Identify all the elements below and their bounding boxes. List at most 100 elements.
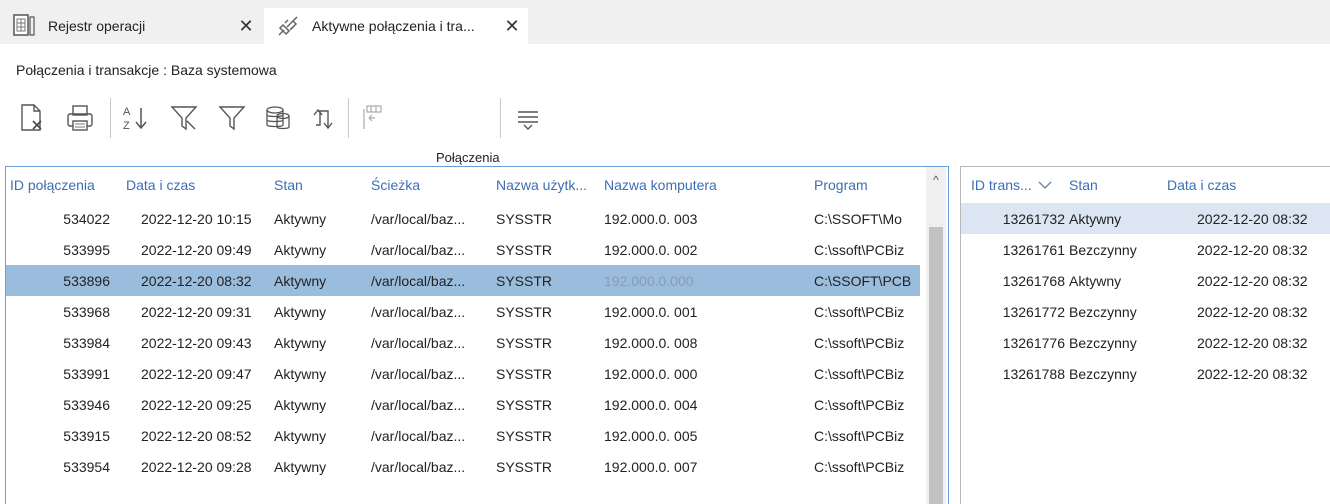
table-cell: 192.000.0. 001 xyxy=(604,303,698,320)
table-cell: 192.000.0. 002 xyxy=(604,241,698,258)
table-cell: 192.000.0.000 xyxy=(604,272,694,289)
table-cell: 13261732 xyxy=(1002,210,1065,227)
tab-label: Rejestr operacji xyxy=(48,18,146,34)
table-cell: 2022-12-20 08:32 xyxy=(1197,272,1308,289)
table-row[interactable]: 533991 2022-12-20 09:47 Aktywny/var/local/… xyxy=(6,358,920,389)
table-cell: 533968 xyxy=(63,303,110,320)
transactions-grid: ID trans... Stan Data i czas 13261732 Aktyw… xyxy=(960,166,1330,504)
table-row[interactable]: 13261776 Bezczynny 2022-12-20 08:32 xyxy=(961,327,1330,358)
table-cell: SYSSTR xyxy=(496,334,553,351)
filter-off-icon[interactable] xyxy=(166,100,202,136)
clear-document-icon[interactable] xyxy=(14,100,50,136)
table-row[interactable]: 13261768 Aktywny 2022-12-20 08:32 xyxy=(961,265,1330,296)
column-header[interactable]: Data i czas xyxy=(1167,167,1327,203)
column-header[interactable]: Stan xyxy=(274,167,369,203)
table-cell: C:\SSOFT\PCB xyxy=(814,272,912,289)
table-row[interactable]: 533896 2022-12-20 08:32 Aktywny/var/local/… xyxy=(6,265,920,296)
connections-grid: ID połączenia Data i czas Stan Ścieżka Nazwa… xyxy=(5,166,949,504)
table-cell: Bezczynny xyxy=(1069,365,1137,382)
sort-az-icon[interactable]: AZ xyxy=(118,100,154,136)
table-row[interactable]: 533984 2022-12-20 09:43 Aktywny/var/local/… xyxy=(6,327,920,358)
database-icon[interactable] xyxy=(260,100,296,136)
menu-lines-icon[interactable] xyxy=(510,100,546,136)
table-cell: /var/local/baz... xyxy=(371,210,466,227)
column-header[interactable]: ID połączenia xyxy=(10,167,122,203)
filter-icon[interactable] xyxy=(214,100,250,136)
column-header[interactable]: Nazwa komputera xyxy=(604,167,809,203)
columns-icon[interactable] xyxy=(354,100,390,136)
table-cell: 2022-12-20 09:47 xyxy=(141,365,252,382)
column-header[interactable]: Program xyxy=(814,167,924,203)
page-title: Połączenia i transakcje : Baza systemowa xyxy=(16,62,277,78)
table-cell: Aktywny xyxy=(274,210,327,227)
column-header[interactable]: Ścieżka xyxy=(371,167,493,203)
vertical-scrollbar[interactable]: ^ xyxy=(926,167,946,504)
table-row[interactable]: 13261772 Bezczynny 2022-12-20 08:32 xyxy=(961,296,1330,327)
table-row[interactable]: 534022 2022-12-20 10:15 Aktywny/var/local/… xyxy=(6,203,920,234)
close-icon[interactable]: ✕ xyxy=(236,16,256,37)
tab-bar: Rejestr operacji ✕ Aktywne połączenia i … xyxy=(0,0,1330,44)
svg-text:Z: Z xyxy=(123,120,130,132)
table-cell: 2022-12-20 09:31 xyxy=(141,303,252,320)
column-header[interactable]: Stan xyxy=(1069,167,1159,203)
table-row[interactable]: 533968 2022-12-20 09:31 Aktywny/var/local/… xyxy=(6,296,920,327)
table-row[interactable]: 533995 2022-12-20 09:49 Aktywny/var/local/… xyxy=(6,234,920,265)
table-cell: SYSSTR xyxy=(496,272,553,289)
table-cell: 533946 xyxy=(63,396,110,413)
table-cell: Bezczynny xyxy=(1069,241,1137,258)
column-header-label: ID trans... xyxy=(971,177,1032,193)
toolbar-separator xyxy=(110,98,111,138)
column-header[interactable]: Nazwa użytk... xyxy=(496,167,601,203)
table-cell: 2022-12-20 08:32 xyxy=(1197,334,1308,351)
table-cell: 2022-12-20 08:32 xyxy=(1197,241,1308,258)
table-row[interactable]: 533915 2022-12-20 08:52 Aktywny/var/local/… xyxy=(6,420,920,451)
tab-aktywne-polaczenia[interactable]: Aktywne połączenia i tra... ✕ xyxy=(264,8,528,44)
scrollbar-thumb[interactable] xyxy=(929,227,943,504)
table-cell: Aktywny xyxy=(274,427,327,444)
table-cell: Aktywny xyxy=(274,334,327,351)
table-cell: 533995 xyxy=(63,241,110,258)
table-cell: C:\ssoft\PCBiz xyxy=(814,427,905,444)
table-cell: 192.000.0. 004 xyxy=(604,396,698,413)
column-header[interactable]: Data i czas xyxy=(126,167,271,203)
table-cell: C:\ssoft\PCBiz xyxy=(814,303,905,320)
refresh-icon[interactable] xyxy=(306,100,342,136)
table-cell: /var/local/baz... xyxy=(371,272,466,289)
table-cell: Bezczynny xyxy=(1069,303,1137,320)
table-cell: Aktywny xyxy=(274,365,327,382)
svg-text:A: A xyxy=(123,106,131,118)
tab-rejestr-operacji[interactable]: Rejestr operacji ✕ xyxy=(0,8,262,44)
register-document-icon xyxy=(10,12,38,40)
table-cell: /var/local/baz... xyxy=(371,458,466,475)
print-icon[interactable] xyxy=(62,100,98,136)
table-row[interactable]: 13261788 Bezczynny 2022-12-20 08:32 xyxy=(961,358,1330,389)
table-cell: 2022-12-20 08:32 xyxy=(1197,210,1308,227)
table-row[interactable]: 533954 2022-12-20 09:28 Aktywny/var/local/… xyxy=(6,451,920,482)
table-cell: 192.000.0. 005 xyxy=(604,427,698,444)
table-cell: /var/local/baz... xyxy=(371,396,466,413)
table-cell: Bezczynny xyxy=(1069,334,1137,351)
table-cell: 192.000.0. 000 xyxy=(604,365,698,382)
table-cell: /var/local/baz... xyxy=(371,241,466,258)
table-row[interactable]: 533946 2022-12-20 09:25 Aktywny/var/local/… xyxy=(6,389,920,420)
table-cell: 2022-12-20 10:15 xyxy=(141,210,252,227)
table-cell: /var/local/baz... xyxy=(371,303,466,320)
scroll-up-icon[interactable]: ^ xyxy=(926,173,946,187)
table-cell: 13261788 xyxy=(1002,365,1065,382)
table-cell: 533915 xyxy=(63,427,110,444)
table-cell: SYSSTR xyxy=(496,303,553,320)
close-icon[interactable]: ✕ xyxy=(502,16,522,37)
column-header-label: Data i czas xyxy=(1167,177,1237,193)
table-row[interactable]: 13261761 Bezczynny 2022-12-20 08:32 xyxy=(961,234,1330,265)
table-cell: Aktywny xyxy=(1069,210,1122,227)
table-cell: 534022 xyxy=(63,210,110,227)
table-cell: 192.000.0. 008 xyxy=(604,334,698,351)
table-cell: C:\ssoft\PCBiz xyxy=(814,241,905,258)
table-cell: 2022-12-20 09:49 xyxy=(141,241,252,258)
table-row[interactable]: 13261732 Aktywny 2022-12-20 08:32 xyxy=(961,203,1330,234)
table-cell: 2022-12-20 08:32 xyxy=(1197,365,1308,382)
column-header[interactable]: ID trans... xyxy=(971,167,1063,203)
table-cell: 533984 xyxy=(63,334,110,351)
plug-connection-icon xyxy=(274,12,302,40)
table-cell: Aktywny xyxy=(274,303,327,320)
